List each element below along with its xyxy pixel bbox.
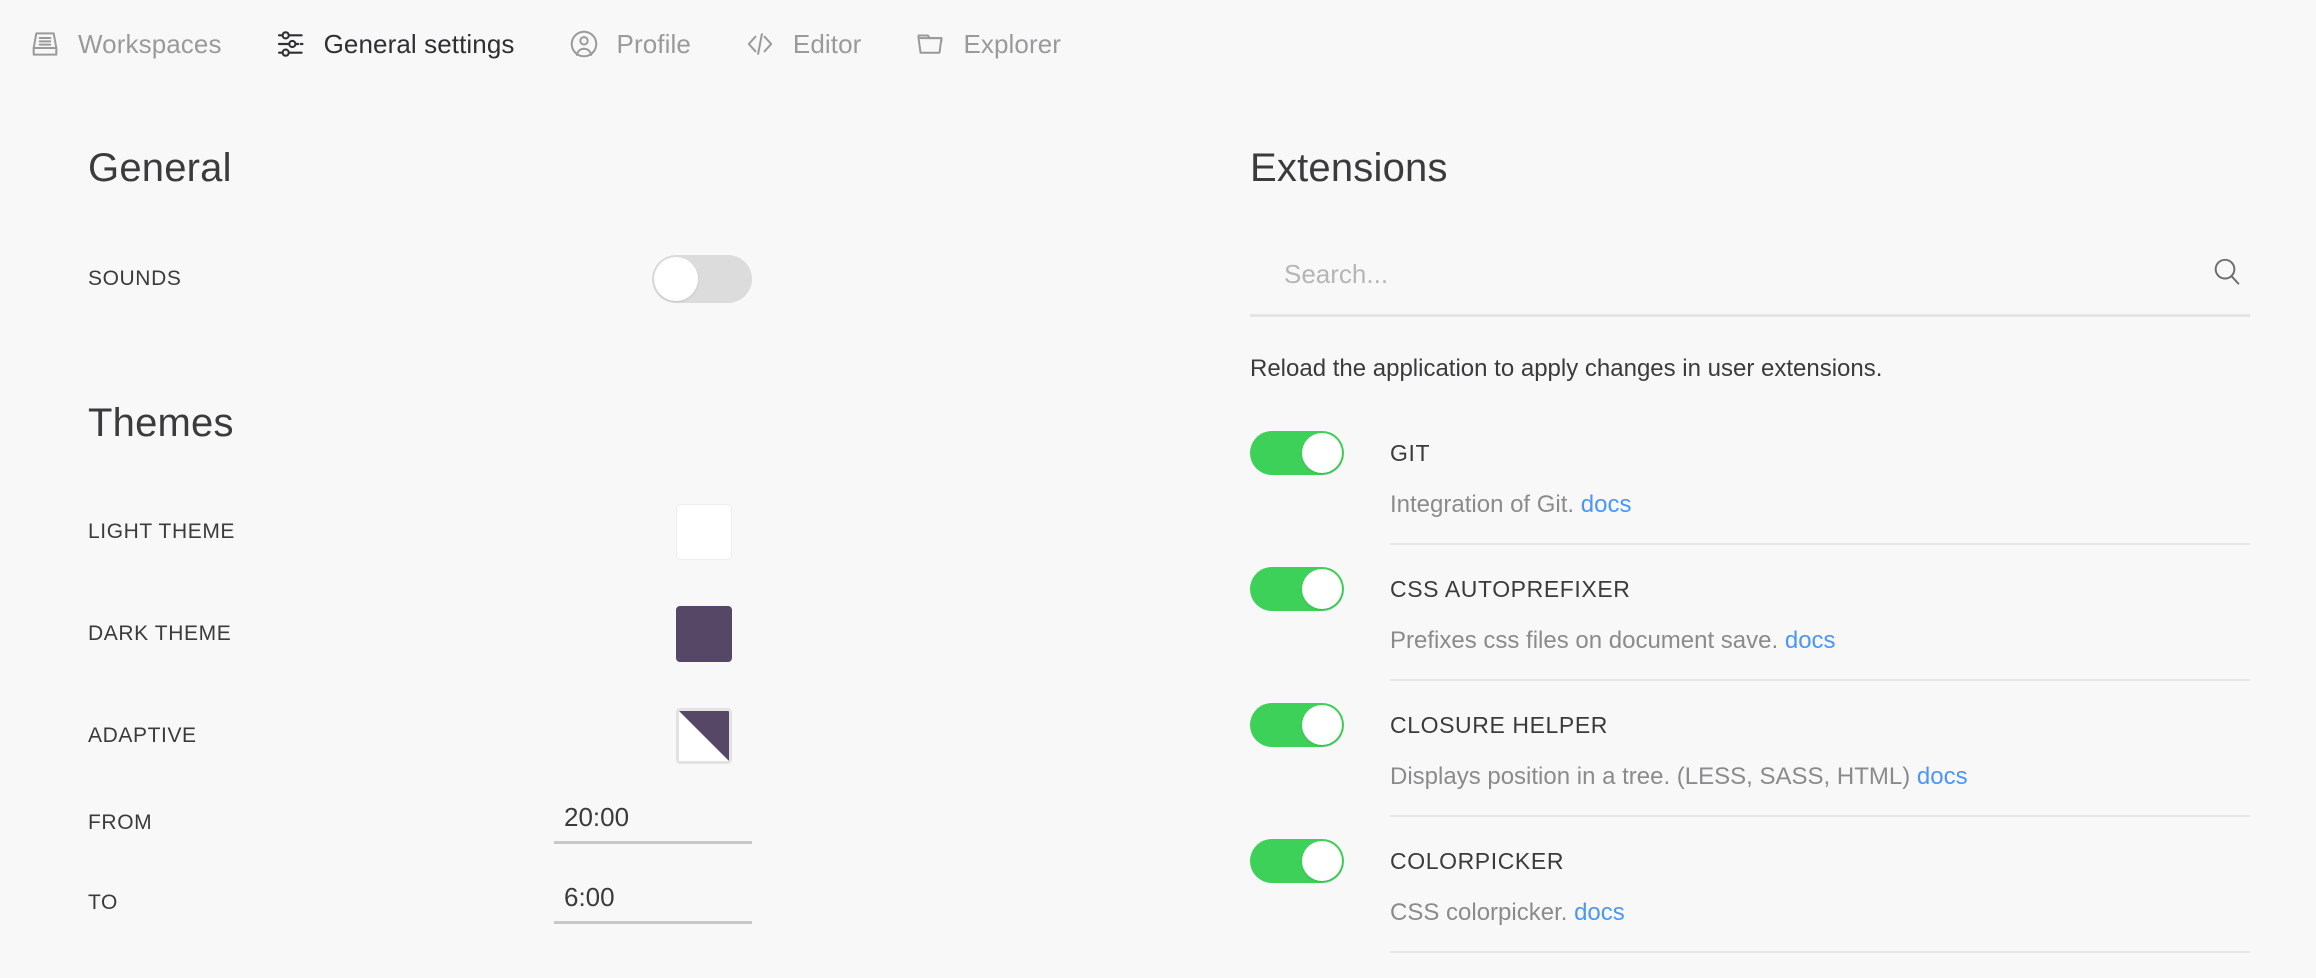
closure-helper-description-text: Displays position in a tree. (LESS, SASS… [1390, 763, 1911, 790]
to-label: TO [88, 891, 118, 914]
to-row: TO [88, 882, 1140, 924]
css-autoprefixer-docs-link[interactable]: docs [1785, 627, 1836, 654]
css-autoprefixer-toggle[interactable] [1250, 567, 1344, 611]
general-settings-panel: General SOUNDS Themes LIGHT THEME DARK T… [0, 146, 1140, 924]
sounds-label: SOUNDS [88, 267, 182, 290]
workspaces-icon [28, 27, 62, 61]
colorpicker-description: CSS colorpicker. docs [1390, 899, 2250, 927]
adaptive-theme-swatch[interactable] [676, 708, 732, 764]
sounds-toggle-knob [654, 257, 698, 301]
nav-label-profile: Profile [616, 28, 691, 59]
sliders-icon [274, 27, 308, 61]
closure-helper-toggle[interactable] [1250, 703, 1344, 747]
closure-helper-toggle-knob [1302, 705, 1342, 745]
light-theme-swatch[interactable] [676, 504, 732, 560]
main-content: General SOUNDS Themes LIGHT THEME DARK T… [0, 88, 2316, 953]
dark-theme-label: DARK THEME [88, 622, 232, 645]
code-icon [743, 27, 777, 61]
git-description-text: Integration of Git. [1390, 491, 1575, 518]
git-toggle-knob [1302, 433, 1342, 473]
extensions-search-bar [1250, 255, 2250, 317]
colorpicker-docs-link[interactable]: docs [1574, 899, 1625, 926]
closure-helper-name: CLOSURE HELPER [1390, 711, 1609, 738]
colorpicker-description-text: CSS colorpicker. [1390, 899, 1568, 926]
nav-item-editor[interactable]: Editor [743, 27, 862, 61]
sounds-row: SOUNDS [88, 255, 1140, 303]
folder-icon [913, 27, 947, 61]
light-theme-label: LIGHT THEME [88, 520, 236, 543]
nav-label-explorer: Explorer [963, 28, 1062, 59]
nav-label-general-settings: General settings [323, 28, 515, 59]
sounds-toggle[interactable] [652, 255, 752, 303]
nav-item-general-settings[interactable]: General settings [274, 27, 515, 61]
extension-item-colorpicker: COLORPICKER CSS colorpicker. docs [1250, 817, 2250, 953]
colorpicker-name: COLORPICKER [1390, 847, 1565, 874]
extension-head: CSS AUTOPREFIXER [1250, 545, 2250, 611]
extensions-search-input[interactable] [1284, 259, 2194, 290]
extension-head: CLOSURE HELPER [1250, 681, 2250, 747]
nav-label-editor: Editor [792, 28, 862, 59]
nav-label-workspaces: Workspaces [78, 28, 222, 59]
general-section-title: General [88, 146, 232, 190]
adaptive-theme-control [676, 708, 732, 764]
sounds-control [652, 255, 752, 303]
from-field [554, 802, 752, 844]
extension-divider [1390, 951, 2250, 953]
reload-note: Reload the application to apply changes … [1250, 355, 1883, 382]
colorpicker-toggle-knob [1302, 841, 1342, 881]
adaptive-theme-row: ADAPTIVE [88, 708, 1140, 764]
themes-section-title: Themes [88, 401, 234, 445]
light-theme-control [676, 504, 732, 560]
git-docs-link[interactable]: docs [1581, 491, 1632, 518]
extension-head: GIT [1250, 409, 2250, 475]
git-name: GIT [1390, 439, 1431, 466]
css-autoprefixer-toggle-knob [1302, 569, 1342, 609]
top-navbar: Workspaces General settings Profile Edit… [0, 0, 2316, 88]
extensions-panel: Extensions Reload the application to app… [1140, 146, 2316, 953]
closure-helper-docs-link[interactable]: docs [1917, 763, 1968, 790]
to-time-input[interactable] [554, 882, 752, 913]
nav-item-explorer[interactable]: Explorer [913, 27, 1061, 61]
adaptive-theme-label: ADAPTIVE [88, 724, 197, 747]
nav-item-workspaces[interactable]: Workspaces [28, 27, 222, 61]
css-autoprefixer-name: CSS AUTOPREFIXER [1390, 575, 1631, 602]
extension-item-css-autoprefixer: CSS AUTOPREFIXER Prefixes css files on d… [1250, 545, 2250, 681]
css-autoprefixer-description: Prefixes css files on document save. doc… [1390, 627, 2250, 655]
from-row: FROM [88, 802, 1140, 844]
dark-theme-row: DARK THEME [88, 606, 1140, 662]
css-autoprefixer-description-text: Prefixes css files on document save. [1390, 627, 1779, 654]
from-time-input[interactable] [554, 802, 752, 833]
from-label: FROM [88, 811, 153, 834]
git-toggle[interactable] [1250, 431, 1344, 475]
extensions-section-title: Extensions [1250, 146, 1448, 190]
light-theme-row: LIGHT THEME [88, 504, 1140, 560]
to-control [554, 882, 752, 924]
extension-item-git: GIT Integration of Git. docs [1250, 409, 2250, 545]
dark-theme-control [676, 606, 732, 662]
extensions-list: GIT Integration of Git. docs CSS AUTOPRE… [1250, 409, 2250, 953]
from-control [554, 802, 752, 844]
extension-head: COLORPICKER [1250, 817, 2250, 883]
colorpicker-toggle[interactable] [1250, 839, 1344, 883]
dark-theme-swatch[interactable] [676, 606, 732, 662]
closure-helper-description: Displays position in a tree. (LESS, SASS… [1390, 763, 2250, 791]
extension-item-closure-helper: CLOSURE HELPER Displays position in a tr… [1250, 681, 2250, 817]
nav-item-profile[interactable]: Profile [567, 27, 691, 61]
to-field [554, 882, 752, 924]
profile-icon [567, 27, 601, 61]
search-icon[interactable] [2210, 255, 2244, 294]
git-description: Integration of Git. docs [1390, 491, 2250, 519]
